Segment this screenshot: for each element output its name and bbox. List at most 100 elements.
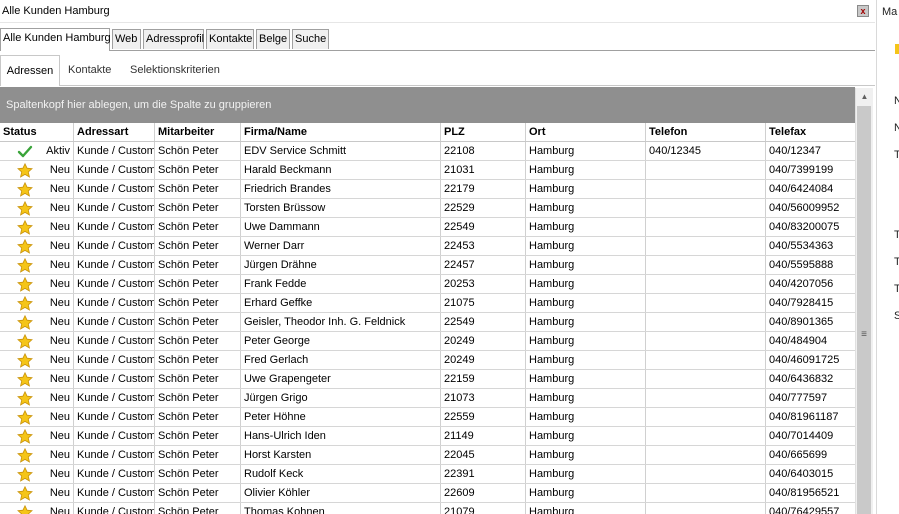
firma-name-cell: Erhard Geffke <box>241 294 441 312</box>
table-row[interactable]: Neu Kunde / Custom Schön Peter Torsten Brüs… <box>0 199 855 218</box>
adressart-cell: Kunde / Custom <box>74 370 155 388</box>
table-row[interactable]: Neu Kunde / Custom Schön Peter Harald Beckm… <box>0 161 855 180</box>
tab-web[interactable]: Web <box>112 29 141 49</box>
table-row[interactable]: Neu Kunde / Custom Schön Peter Jürgen Drähn… <box>0 256 855 275</box>
table-row[interactable]: Neu Kunde / Custom Schön Peter Geisler, The… <box>0 313 855 332</box>
subtab-kontakte[interactable]: Kontakte <box>68 55 111 86</box>
tab-adressprofil[interactable]: Adressprofil <box>143 29 204 49</box>
table-row[interactable]: Neu Kunde / Custom Schön Peter Thomas Kohne… <box>0 503 855 514</box>
star-icon <box>17 352 33 368</box>
plz-cell: 22453 <box>441 237 526 255</box>
column-header-status[interactable]: Status <box>0 123 74 141</box>
tab-alle-kunden-hamburg[interactable]: Alle Kunden Hamburg <box>0 28 111 51</box>
side-panel-title: Ma <box>882 6 898 18</box>
star-icon <box>17 314 33 330</box>
table-row[interactable]: Neu Kunde / Custom Schön Peter Peter George… <box>0 332 855 351</box>
ort-cell: Hamburg <box>526 370 646 388</box>
ort-cell: Hamburg <box>526 180 646 198</box>
ort-cell: Hamburg <box>526 313 646 331</box>
status-cell: Neu <box>0 294 74 312</box>
adressart-cell: Kunde / Custom <box>74 484 155 502</box>
scroll-up-arrow-icon[interactable]: ▲ <box>856 88 873 105</box>
star-icon <box>17 371 33 387</box>
group-by-drop-area[interactable]: Spaltenkopf hier ablegen, um die Spalte … <box>0 87 855 123</box>
plz-cell: 22559 <box>441 408 526 426</box>
table-row[interactable]: Neu Kunde / Custom Schön Peter Uwe Grapenge… <box>0 370 855 389</box>
firma-name-cell: Uwe Dammann <box>241 218 441 236</box>
adressart-cell: Kunde / Custom <box>74 161 155 179</box>
star-icon <box>17 390 33 406</box>
plz-cell: 22179 <box>441 180 526 198</box>
sub-tab-strip: Adressen Kontakte Selektionskriterien <box>0 55 875 86</box>
plz-cell: 21031 <box>441 161 526 179</box>
column-header-firma-name[interactable]: Firma/Name <box>241 123 441 141</box>
table-row[interactable]: Neu Kunde / Custom Schön Peter Frank Fedde 2… <box>0 275 855 294</box>
firma-name-cell: Olivier Köhler <box>241 484 441 502</box>
subtab-adressen[interactable]: Adressen <box>0 55 60 86</box>
firma-name-cell: Rudolf Keck <box>241 465 441 483</box>
status-label: Neu <box>49 468 70 480</box>
table-row[interactable]: Neu Kunde / Custom Schön Peter Werner Darr 2… <box>0 237 855 256</box>
table-row[interactable]: Neu Kunde / Custom Schön Peter Erhard Geffk… <box>0 294 855 313</box>
column-header-telefon[interactable]: Telefon <box>646 123 766 141</box>
ort-cell: Hamburg <box>526 446 646 464</box>
vertical-scrollbar[interactable]: ▲ ≡ <box>855 88 873 514</box>
plz-cell: 21149 <box>441 427 526 445</box>
side-label-4: T <box>894 229 899 241</box>
telefax-cell: 040/7928415 <box>769 297 834 309</box>
column-header-ort[interactable]: Ort <box>526 123 646 141</box>
firma-name-cell: Werner Darr <box>241 237 441 255</box>
column-header-plz[interactable]: PLZ <box>441 123 526 141</box>
tab-kontakte[interactable]: Kontakte <box>206 29 254 49</box>
ort-cell: Hamburg <box>526 237 646 255</box>
plz-cell: 21073 <box>441 389 526 407</box>
side-label-7: S <box>894 310 899 322</box>
telefon-cell <box>646 370 766 388</box>
telefax-cell: 040/484904 <box>769 335 828 347</box>
table-row[interactable]: Neu Kunde / Custom Schön Peter Jürgen Grigo… <box>0 389 855 408</box>
ort-cell: Hamburg <box>526 484 646 502</box>
telefax-cell: 040/81961187 <box>769 411 839 423</box>
table-row[interactable]: Aktiv Kunde / Custom Schön Peter EDV Servic… <box>0 142 855 161</box>
table-row[interactable]: Neu Kunde / Custom Schön Peter Hans-Ulrich … <box>0 427 855 446</box>
table-row[interactable]: Neu Kunde / Custom Schön Peter Rudolf Keck 2… <box>0 465 855 484</box>
side-label-5: T <box>894 256 899 268</box>
adressart-cell: Kunde / Custom <box>74 389 155 407</box>
telefon-cell <box>646 332 766 350</box>
status-label: Neu <box>49 183 70 195</box>
side-panel: Ma N N T T T T S <box>876 0 899 514</box>
subtab-selektionskriterien[interactable]: Selektionskriterien <box>130 55 220 86</box>
adressart-cell: Kunde / Custom <box>74 427 155 445</box>
mitarbeiter-cell: Schön Peter <box>155 237 241 255</box>
scrollbar-thumb[interactable]: ≡ <box>857 106 871 514</box>
mitarbeiter-cell: Schön Peter <box>155 408 241 426</box>
subtab-divider <box>60 85 875 86</box>
tab-belge[interactable]: Belge <box>256 29 290 49</box>
column-header-adressart[interactable]: Adressart <box>74 123 155 141</box>
column-header-telefax[interactable]: Telefax <box>766 123 855 141</box>
telefon-cell <box>646 275 766 293</box>
mitarbeiter-cell: Schön Peter <box>155 332 241 350</box>
mitarbeiter-cell: Schön Peter <box>155 294 241 312</box>
table-row[interactable]: Neu Kunde / Custom Schön Peter Horst Karste… <box>0 446 855 465</box>
firma-name-cell: Geisler, Theodor Inh. G. Feldnick <box>241 313 441 331</box>
telefax-cell: 040/8901365 <box>769 316 834 328</box>
table-row[interactable]: Neu Kunde / Custom Schön Peter Friedrich Br… <box>0 180 855 199</box>
tab-suche[interactable]: Suche <box>292 29 329 49</box>
plz-cell: 22159 <box>441 370 526 388</box>
firma-name-cell: Peter Höhne <box>241 408 441 426</box>
mitarbeiter-cell: Schön Peter <box>155 161 241 179</box>
close-window-button[interactable]: x <box>857 5 869 17</box>
table-row[interactable]: Neu Kunde / Custom Schön Peter Uwe Dammann 2… <box>0 218 855 237</box>
star-icon <box>17 295 33 311</box>
mitarbeiter-cell: Schön Peter <box>155 370 241 388</box>
status-cell: Neu <box>0 218 74 236</box>
ort-cell: Hamburg <box>526 332 646 350</box>
table-row[interactable]: Neu Kunde / Custom Schön Peter Fred Gerlach… <box>0 351 855 370</box>
table-row[interactable]: Neu Kunde / Custom Schön Peter Olivier Köhl… <box>0 484 855 503</box>
telefax-cell: 040/5595888 <box>769 259 834 271</box>
table-row[interactable]: Neu Kunde / Custom Schön Peter Peter Höhne 2… <box>0 408 855 427</box>
column-header-mitarbeiter[interactable]: Mitarbeiter <box>155 123 241 141</box>
adressart-cell: Kunde / Custom <box>74 142 155 160</box>
telefax-cell: 040/6436832 <box>769 373 834 385</box>
